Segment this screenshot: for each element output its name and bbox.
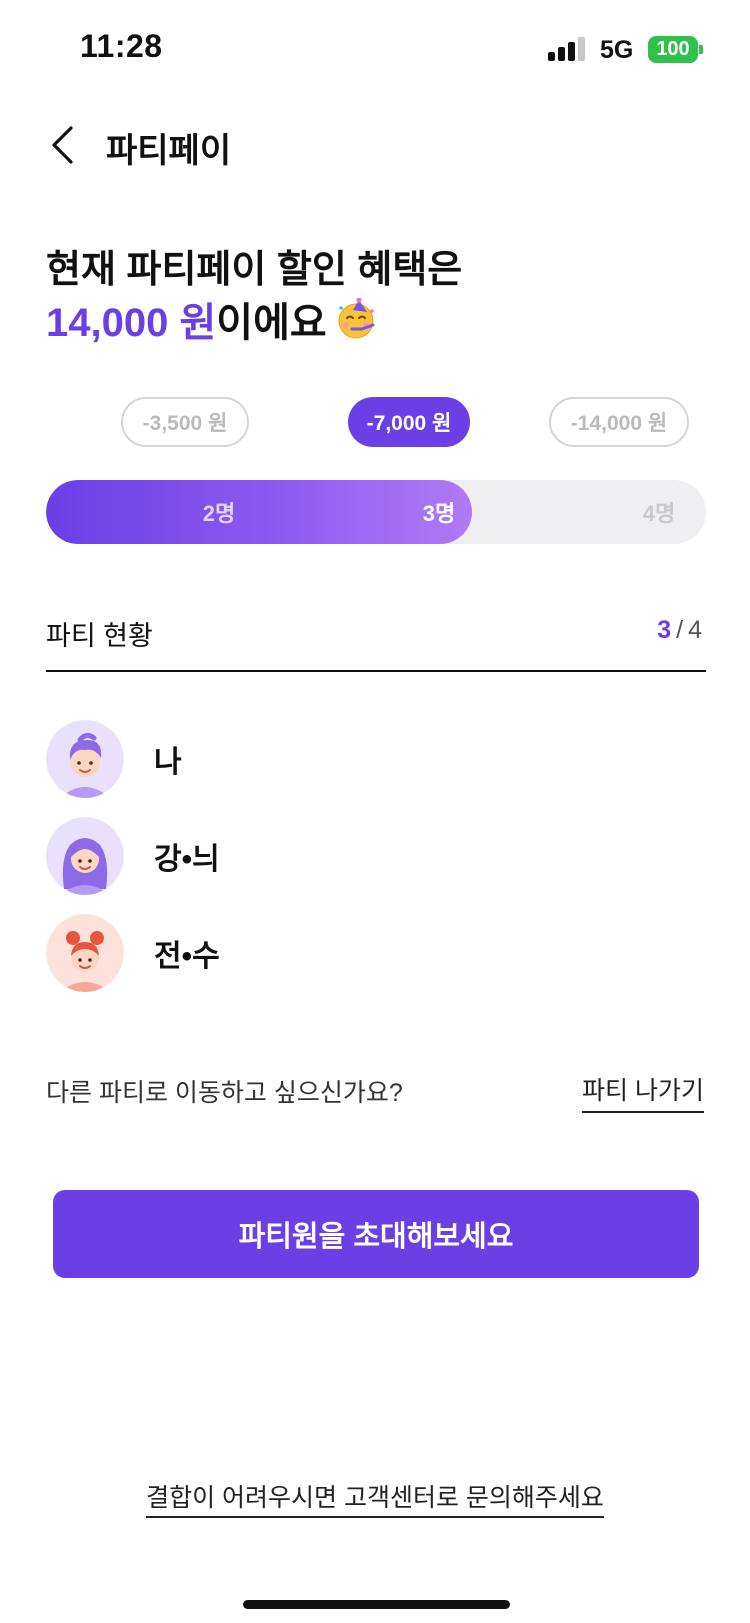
discount-tier-3: -14,000 원 [549,397,689,447]
status-bar: 11:28 5G 100 [0,0,750,100]
discount-amount: 14,000 원 [46,301,217,345]
discount-amount-line: 14,000 원 이에요 [46,290,377,348]
avatar-girl-red-hair-icon [46,914,124,992]
section-divider [46,670,706,672]
avatar-boy-purple-hair-icon [46,720,124,798]
discount-tier-1: -3,500 원 [121,397,249,447]
progress-step-4: 4명 [642,501,676,526]
home-indicator[interactable] [243,1600,510,1609]
partying-face-icon [338,298,375,339]
discount-tier-2: -7,000 원 [348,397,470,447]
member-name: 전•수 [154,940,220,973]
party-count-current: 3 [657,616,672,644]
member-name: 강•늬 [154,843,220,876]
chevron-left-icon [52,126,73,164]
battery-tip [699,45,703,54]
party-member-count: 3 / 4 [657,616,702,645]
battery-level: 100 [656,38,690,60]
discount-suffix: 이에요 [216,301,327,345]
status-time: 11:28 [80,28,163,64]
party-count-total: 4 [688,616,702,644]
back-button[interactable] [40,120,84,170]
support-link-wrapper: 결합이 어려우시면 고객센터로 문의해주세요 [0,1478,750,1518]
network-type: 5G [600,36,634,64]
avatar-girl-purple-hair-icon [46,817,124,895]
customer-support-link[interactable]: 결합이 어려우시면 고객센터로 문의해주세요 [146,1484,604,1518]
page-title: 파티페이 [106,132,232,170]
move-party-question: 다른 파티로 이동하고 싶으신가요? [46,1079,403,1107]
member-name: 나 [154,746,182,779]
cellular-signal-icon [548,37,588,61]
invite-members-button[interactable]: 파티원을 초대해보세요 [53,1190,699,1278]
member-progress-bar [46,480,706,544]
member-row: 나 [46,720,706,798]
party-count-separator: / [676,616,684,644]
discount-headline: 현재 파티페이 할인 혜택은 [46,249,463,291]
progress-step-2: 2명 [202,501,236,526]
leave-party-link[interactable]: 파티 나가기 [582,1071,704,1113]
progress-step-3: 3명 [422,501,456,526]
member-row: 전•수 [46,914,706,992]
battery-icon: 100 [648,36,698,63]
party-status-title: 파티 현황 [46,621,153,651]
member-row: 강•늬 [46,817,706,895]
